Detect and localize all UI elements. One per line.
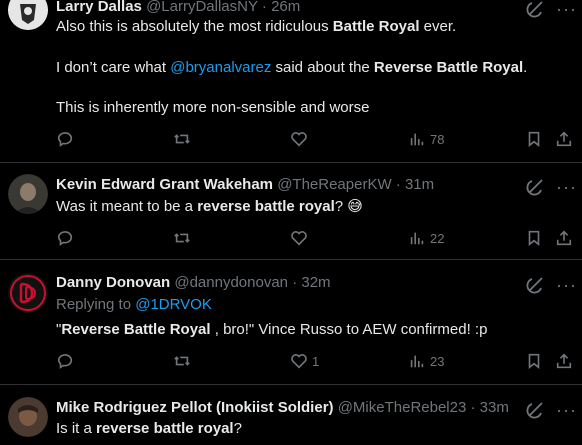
tweet-text: Also this is absolutely the most ridicul…: [56, 17, 570, 118]
tweet-text: Is it a reverse battle royal?: [56, 420, 242, 437]
grok-icon[interactable]: [526, 0, 546, 18]
avatar-image: [8, 273, 48, 313]
view-count: 23: [430, 353, 445, 369]
timestamp[interactable]: 33m: [480, 399, 509, 416]
like-button[interactable]: [290, 229, 312, 247]
retweet-button[interactable]: [173, 130, 191, 148]
retweet-button[interactable]: [173, 352, 191, 370]
share-button[interactable]: [555, 229, 573, 247]
bookmark-icon: [528, 230, 540, 246]
more-icon[interactable]: ···: [556, 0, 577, 18]
tweet-line: Also this is absolutely the most ridicul…: [56, 18, 457, 35]
mention-link[interactable]: @1DRVOK: [135, 296, 212, 313]
avatar[interactable]: [8, 174, 48, 214]
avatar[interactable]: [8, 273, 48, 313]
view-count: 22: [430, 230, 445, 246]
view-count: 78: [430, 131, 445, 147]
tweet-4[interactable]: Mike Rodriguez Pellot (Inokiist Soldier)…: [0, 385, 582, 445]
tweet-line: I don’t care what @bryanalvarez said abo…: [56, 59, 528, 76]
bookmark-button[interactable]: [525, 352, 543, 370]
share-icon: [556, 353, 572, 369]
action-bar: 78: [0, 130, 582, 150]
share-icon: [556, 230, 572, 246]
reply-icon: [57, 231, 73, 246]
like-icon: [291, 231, 307, 246]
author-name[interactable]: Danny Donovan: [56, 274, 170, 291]
grok-icon[interactable]: [526, 274, 546, 294]
like-button[interactable]: 1: [290, 352, 319, 370]
views-button[interactable]: 23: [408, 352, 444, 370]
more-icon[interactable]: ···: [556, 178, 577, 196]
tweet-1[interactable]: Larry Dallas @LarryDallasNY · 26m ··· Al…: [0, 0, 582, 163]
share-button[interactable]: [555, 130, 573, 148]
like-icon: [291, 354, 307, 369]
reply-icon: [57, 354, 73, 369]
grok-icon[interactable]: [526, 176, 546, 196]
author-handle[interactable]: @LarryDallasNY: [146, 0, 258, 15]
replying-to: Replying to @1DRVOK: [56, 296, 212, 313]
bookmark-button[interactable]: [525, 229, 543, 247]
more-icon[interactable]: ···: [556, 276, 577, 294]
mention-link[interactable]: @bryanalvarez: [170, 59, 271, 76]
views-button[interactable]: 78: [408, 130, 444, 148]
views-icon: [410, 232, 424, 245]
reply-button[interactable]: [56, 229, 74, 247]
grok-icon[interactable]: [526, 399, 546, 419]
timestamp[interactable]: 32m: [301, 274, 330, 291]
tweet-text: Was it meant to be a reverse battle roya…: [56, 198, 363, 215]
avatar-image: [8, 0, 48, 30]
share-button[interactable]: [555, 352, 573, 370]
like-icon: [291, 132, 307, 147]
tweet-text: "Reverse Battle Royal , bro!" Vince Russ…: [56, 321, 488, 338]
timestamp[interactable]: 31m: [405, 176, 434, 193]
tweet-header: Larry Dallas @LarryDallasNY · 26m: [56, 0, 301, 15]
more-icon[interactable]: ···: [556, 401, 577, 419]
tweet-2[interactable]: Kevin Edward Grant Wakeham @TheReaperKW …: [0, 162, 582, 260]
avatar[interactable]: [8, 0, 48, 30]
retweet-button[interactable]: [173, 229, 191, 247]
action-bar: 22: [0, 229, 582, 249]
reply-icon: [57, 132, 73, 147]
bookmark-button[interactable]: [525, 130, 543, 148]
avatar[interactable]: [8, 397, 48, 437]
views-icon: [410, 355, 424, 368]
author-handle[interactable]: @TheReaperKW: [277, 176, 391, 193]
reply-button[interactable]: [56, 130, 74, 148]
tweet-header: Danny Donovan @dannydonovan · 32m: [56, 274, 331, 291]
tweet-header: Kevin Edward Grant Wakeham @TheReaperKW …: [56, 176, 435, 193]
author-name[interactable]: Mike Rodriguez Pellot (Inokiist Soldier): [56, 399, 334, 416]
tweet-line: This is inherently more non-sensible and…: [56, 99, 370, 116]
tweet-3[interactable]: Danny Donovan @dannydonovan · 32m ··· Re…: [0, 260, 582, 385]
author-name[interactable]: Larry Dallas: [56, 0, 142, 15]
avatar-image: [8, 397, 48, 437]
views-button[interactable]: 22: [408, 229, 444, 247]
share-icon: [556, 131, 572, 147]
avatar-image: [8, 174, 48, 214]
reply-button[interactable]: [56, 352, 74, 370]
like-button[interactable]: [290, 130, 312, 148]
like-count: 1: [312, 353, 320, 369]
timestamp[interactable]: 26m: [271, 0, 300, 15]
retweet-icon: [174, 233, 190, 243]
retweet-icon: [174, 134, 190, 144]
bookmark-icon: [528, 131, 540, 147]
author-name[interactable]: Kevin Edward Grant Wakeham: [56, 176, 273, 193]
tweet-header: Mike Rodriguez Pellot (Inokiist Soldier)…: [56, 399, 509, 416]
author-handle[interactable]: @dannydonovan: [174, 274, 288, 291]
views-icon: [410, 133, 424, 146]
retweet-icon: [174, 356, 190, 366]
bookmark-icon: [528, 353, 540, 369]
author-handle[interactable]: @MikeTheRebel23: [338, 399, 467, 416]
action-bar: 1 23: [0, 352, 582, 372]
